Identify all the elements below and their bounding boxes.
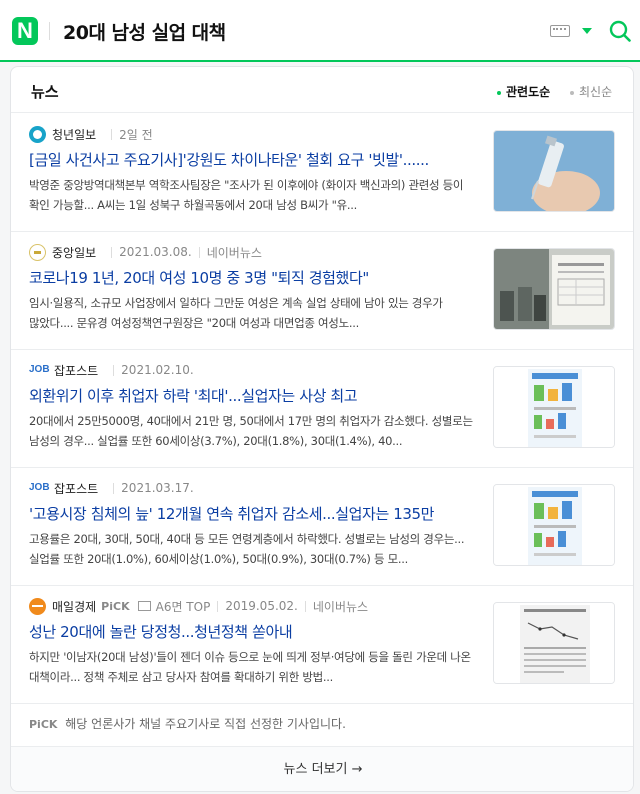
news-section: 뉴스 관련도순 최신순 청년일보 2일 전 [금일 사건사고 주요기사]'강원도… [10,66,634,792]
news-thumbnail[interactable] [493,484,615,566]
press-name[interactable]: 청년일보 [52,126,96,143]
divider [304,600,306,612]
news-item: 매일경제 PiCK A6면 TOP 2019.05.02. 네이버뉴스 성난 2… [11,586,633,704]
news-thumbnail[interactable] [493,130,615,212]
press-logo-icon[interactable]: JOB [29,362,50,379]
naver-news-link[interactable]: 네이버뉴스 [207,244,262,261]
press-logo-icon[interactable] [29,125,46,143]
divider [49,22,50,40]
news-source: 청년일보 2일 전 [29,125,153,143]
divider [217,600,219,612]
sort-latest[interactable]: 최신순 [570,83,612,100]
naver-news-link[interactable]: 네이버뉴스 [313,598,368,615]
sort-label: 관련도순 [506,85,551,99]
news-date: 2021.03.08. [119,245,192,259]
news-description: 박영준 중앙방역대책본부 역학조사팀장은 "조사가 된 이후에야 (화이자 백신… [29,178,464,212]
pick-note-text: 해당 언론사가 채널 주요기사로 직접 선정한 기사입니다. [65,717,346,731]
news-date: 2019.05.02. [225,599,298,613]
news-description: 고용률은 20대, 30대, 50대, 40대 등 모든 연령계층에서 하락했다… [29,532,465,566]
paper-position: A6면 TOP [155,599,211,614]
press-logo-icon[interactable] [29,597,46,615]
pick-note: PiCK 해당 언론사가 채널 주요기사로 직접 선정한 기사입니다. [29,715,346,732]
news-header: 뉴스 관련도순 최신순 [11,67,633,113]
press-logo-icon[interactable] [29,243,46,261]
news-date: 2일 전 [119,127,153,142]
divider [113,482,115,494]
keyboard-icon[interactable] [550,25,570,37]
news-item: 청년일보 2일 전 [금일 사건사고 주요기사]'강원도 차이나타운' 철회 요… [11,114,633,232]
search-icon[interactable] [609,20,631,42]
news-title-link[interactable]: [금일 사건사고 주요기사]'강원도 차이나타운' 철회 요구 '빗발'....… [29,149,477,170]
dot-icon [570,90,574,95]
divider [111,128,113,140]
section-title: 뉴스 [31,83,59,101]
naver-logo[interactable]: N [12,17,38,45]
news-source: 중앙일보 2021.03.08. 네이버뉴스 [29,243,262,261]
divider [111,246,113,258]
news-item: JOB 잡포스트 2021.02.10. 외환위기 이후 취업자 하락 '최대'… [11,350,633,468]
sort-label: 최신순 [579,85,613,99]
press-name[interactable]: 매일경제 [52,598,96,615]
news-item: 중앙일보 2021.03.08. 네이버뉴스 코로나19 1년, 20대 여성 … [11,232,633,350]
news-title-link[interactable]: '고용시장 침체의 늪' 12개월 연속 취업자 감소세...실업자는 135만 [29,503,477,524]
news-thumbnail[interactable] [493,366,615,448]
news-date: 2021.03.17. [121,481,194,495]
news-item: JOB 잡포스트 2021.03.17. '고용시장 침체의 늪' 12개월 연… [11,468,633,586]
news-title-link[interactable]: 외환위기 이후 취업자 하락 '최대'...실업자는 사상 최고 [29,385,477,406]
press-name[interactable]: 잡포스트 [54,362,98,379]
press-logo-icon[interactable]: JOB [29,480,50,497]
news-thumbnail[interactable] [493,602,615,684]
sort-relevance[interactable]: 관련도순 [497,83,550,100]
search-query-input[interactable]: 20대 남성 실업 대책 [63,18,226,45]
news-source: JOB 잡포스트 2021.03.17. [29,479,194,497]
divider [113,364,115,376]
news-title-link[interactable]: 코로나19 1년, 20대 여성 10명 중 3명 "퇴직 경험했다" [29,267,477,288]
divider [198,246,200,258]
top-search-bar: N 20대 남성 실업 대책 [0,0,640,62]
chevron-down-icon[interactable] [582,28,592,34]
news-description: 임시·일용직, 소규모 사업장에서 일하다 그만둔 여성은 계속 실업 상태에 … [29,296,443,330]
news-source: 매일경제 PiCK A6면 TOP 2019.05.02. 네이버뉴스 [29,597,368,615]
active-dot-icon [497,90,501,95]
pick-label: PiCK [29,718,58,731]
news-date: 2021.02.10. [121,363,194,377]
newspaper-icon [137,601,151,611]
press-name[interactable]: 중앙일보 [52,244,96,261]
more-news-button[interactable]: 뉴스 더보기 → [11,746,633,791]
news-description: 20대에서 25만5000명, 40대에서 21만 명, 50대에서 17만 명… [29,414,473,448]
news-source: JOB 잡포스트 2021.02.10. [29,361,194,379]
news-title-link[interactable]: 성난 20대에 놀란 당정청...청년정책 쏟아내 [29,621,477,642]
pick-badge: PiCK [101,599,130,613]
news-thumbnail[interactable] [493,248,615,330]
press-name[interactable]: 잡포스트 [54,480,98,497]
news-description: 하지만 '이남자(20대 남성)'들이 젠더 이슈 등으로 눈에 띄게 정부·여… [29,650,471,684]
